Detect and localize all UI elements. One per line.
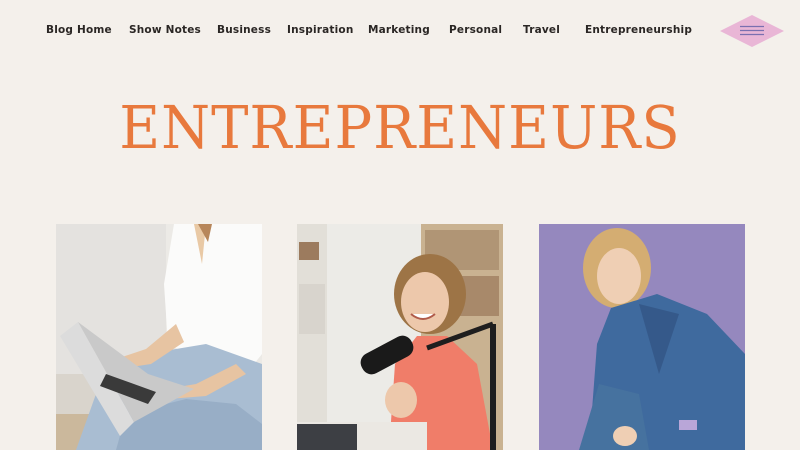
nav-item-entrepreneurship[interactable]: Entrepreneurship (585, 24, 692, 36)
menu-button[interactable] (719, 14, 785, 48)
nav-item-business[interactable]: Business (217, 24, 271, 36)
nav-item-blog-home[interactable]: Blog Home (46, 24, 112, 36)
page-title: ENTREPRENEURS (119, 94, 681, 163)
post-card-1[interactable] (56, 224, 262, 450)
nav-item-travel[interactable]: Travel (523, 24, 560, 36)
post-card-3[interactable] (539, 224, 745, 450)
woman-typing-on-laptop-photo (56, 224, 262, 450)
woman-laughing-at-podcast-microphone-photo (297, 224, 503, 450)
top-navigation: Blog Home Show Notes Business Inspiratio… (0, 0, 800, 62)
woman-in-blue-suit-portrait-photo (539, 224, 745, 450)
nav-item-show-notes[interactable]: Show Notes (129, 24, 201, 36)
page: Blog Home Show Notes Business Inspiratio… (0, 0, 800, 450)
nav-item-inspiration[interactable]: Inspiration (287, 24, 354, 36)
post-card-2[interactable] (297, 224, 503, 450)
nav-item-marketing[interactable]: Marketing (368, 24, 430, 36)
nav-item-personal[interactable]: Personal (449, 24, 502, 36)
hamburger-menu-icon (720, 15, 784, 47)
